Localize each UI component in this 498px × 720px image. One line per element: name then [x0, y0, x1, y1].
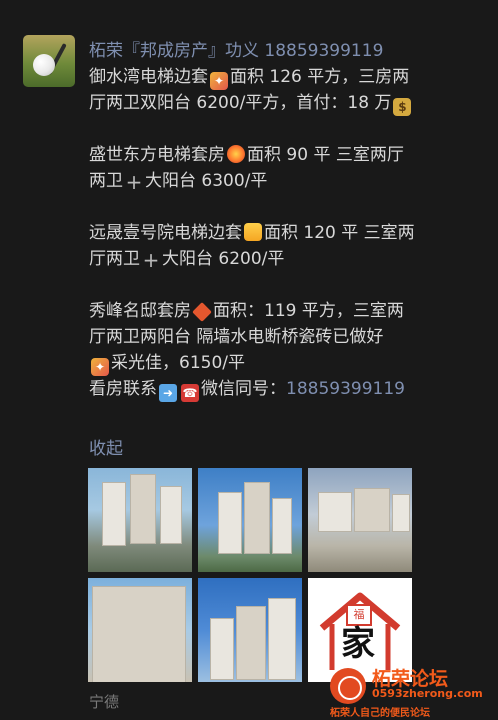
- listing-text: 微信同号：: [201, 379, 286, 399]
- photo-1[interactable]: [88, 468, 192, 572]
- phone-number-link[interactable]: 18859399119: [286, 379, 405, 399]
- listing-line: 看房联系 ➜ ☎ 微信同号：18859399119: [89, 376, 481, 402]
- listing-line: 厅两卫两阳台 隔墙水电断桥瓷砖已做好: [89, 324, 481, 350]
- post-content: 御水湾电梯边套 ✦ 面积 126 平方，三房两 厅两卫双阳台 6200/平方，首付：…: [89, 64, 481, 402]
- listing-1: 御水湾电梯边套 ✦ 面积 126 平方，三房两 厅两卫双阳台 6200/平方，首付：…: [89, 64, 481, 116]
- listing-text: 面积 120 平 三室两: [264, 223, 415, 243]
- party-popper-icon: ✦: [210, 72, 228, 90]
- firework-icon: [227, 145, 245, 163]
- listing-line: 两卫 + 大阳台 6300/平: [89, 168, 481, 194]
- listing-line: ✦ 采光佳，6150/平: [89, 350, 481, 376]
- collapse-link[interactable]: 收起: [89, 434, 123, 459]
- photo-4[interactable]: [88, 578, 192, 682]
- listing-text: 秀峰名邸套房: [89, 301, 191, 321]
- party-popper-icon: ✦: [91, 358, 109, 376]
- listing-line: 厅两卫 + 大阳台 6200/平: [89, 246, 481, 272]
- listing-line: 盛世东方电梯套房 面积 90 平 三室两厅: [89, 142, 481, 168]
- listing-line: 厅两卫双阳台 6200/平方，首付：18 万 $: [89, 90, 481, 116]
- listing-text: 大阳台 6200/平: [162, 249, 285, 269]
- listing-text: 看房联系: [89, 379, 157, 399]
- listing-text: 两卫: [89, 171, 123, 191]
- watermark-slogan: 柘荣人自己的便民论坛: [330, 708, 430, 719]
- money-bag-icon: $: [393, 98, 412, 116]
- listing-line: 秀峰名邸套房 面积：119 平方，三室两: [89, 298, 481, 324]
- forum-watermark: 柘荣论坛 0593zherong.com 柘荣人自己的便民论坛: [330, 664, 490, 719]
- listing-line: 远晟壹号院电梯边套 面积 120 平 三室两: [89, 220, 481, 246]
- right-arrow-icon: ➜: [159, 384, 177, 402]
- plus-icon: +: [142, 248, 160, 272]
- gift-icon: [244, 223, 262, 241]
- poster-nickname[interactable]: 柘荣『邦成房产』功义 18859399119: [89, 36, 383, 61]
- avatar[interactable]: [23, 35, 75, 87]
- listing-text: 厅两卫双阳台 6200/平方，首付：18 万: [89, 93, 392, 113]
- golf-ball-icon: [33, 54, 55, 76]
- photo-5[interactable]: [198, 578, 302, 682]
- listing-text: 厅两卫: [89, 249, 140, 269]
- listing-text: 御水湾电梯边套: [89, 67, 208, 87]
- photo-2[interactable]: [198, 468, 302, 572]
- listing-2: 盛世东方电梯套房 面积 90 平 三室两厅 两卫 + 大阳台 6300/平: [89, 142, 481, 194]
- listing-text: 采光佳，6150/平: [111, 353, 245, 373]
- fu-stamp: 福: [346, 604, 372, 626]
- location-tag[interactable]: 宁德: [89, 691, 119, 712]
- listing-text: 远晟壹号院电梯边套: [89, 223, 242, 243]
- photo-3[interactable]: [308, 468, 412, 572]
- listing-text: 厅两卫两阳台 隔墙水电断桥瓷砖已做好: [89, 327, 384, 347]
- listing-text: 面积 126 平方，三房两: [230, 67, 410, 87]
- listing-line: 御水湾电梯边套 ✦ 面积 126 平方，三房两: [89, 64, 481, 90]
- listing-text: 大阳台 6300/平: [145, 171, 268, 191]
- red-diamond-sign-icon: [192, 302, 212, 322]
- home-logo-char: 家: [341, 624, 375, 664]
- listing-text: 面积 90 平 三室两厅: [247, 145, 404, 165]
- forum-logo-icon: [330, 668, 366, 704]
- watermark-domain: 0593zherong.com: [372, 687, 483, 700]
- listing-4: 秀峰名邸套房 面积：119 平方，三室两 厅两卫两阳台 隔墙水电断桥瓷砖已做好 ✦…: [89, 298, 481, 402]
- photo-grid: 福 家: [88, 468, 412, 682]
- listing-3: 远晟壹号院电梯边套 面积 120 平 三室两 厅两卫 + 大阳台 6200/平: [89, 220, 481, 272]
- telephone-icon: ☎: [181, 384, 199, 402]
- plus-icon: +: [125, 170, 143, 194]
- listing-text: 盛世东方电梯套房: [89, 145, 225, 165]
- listing-text: 面积：119 平方，三室两: [213, 301, 404, 321]
